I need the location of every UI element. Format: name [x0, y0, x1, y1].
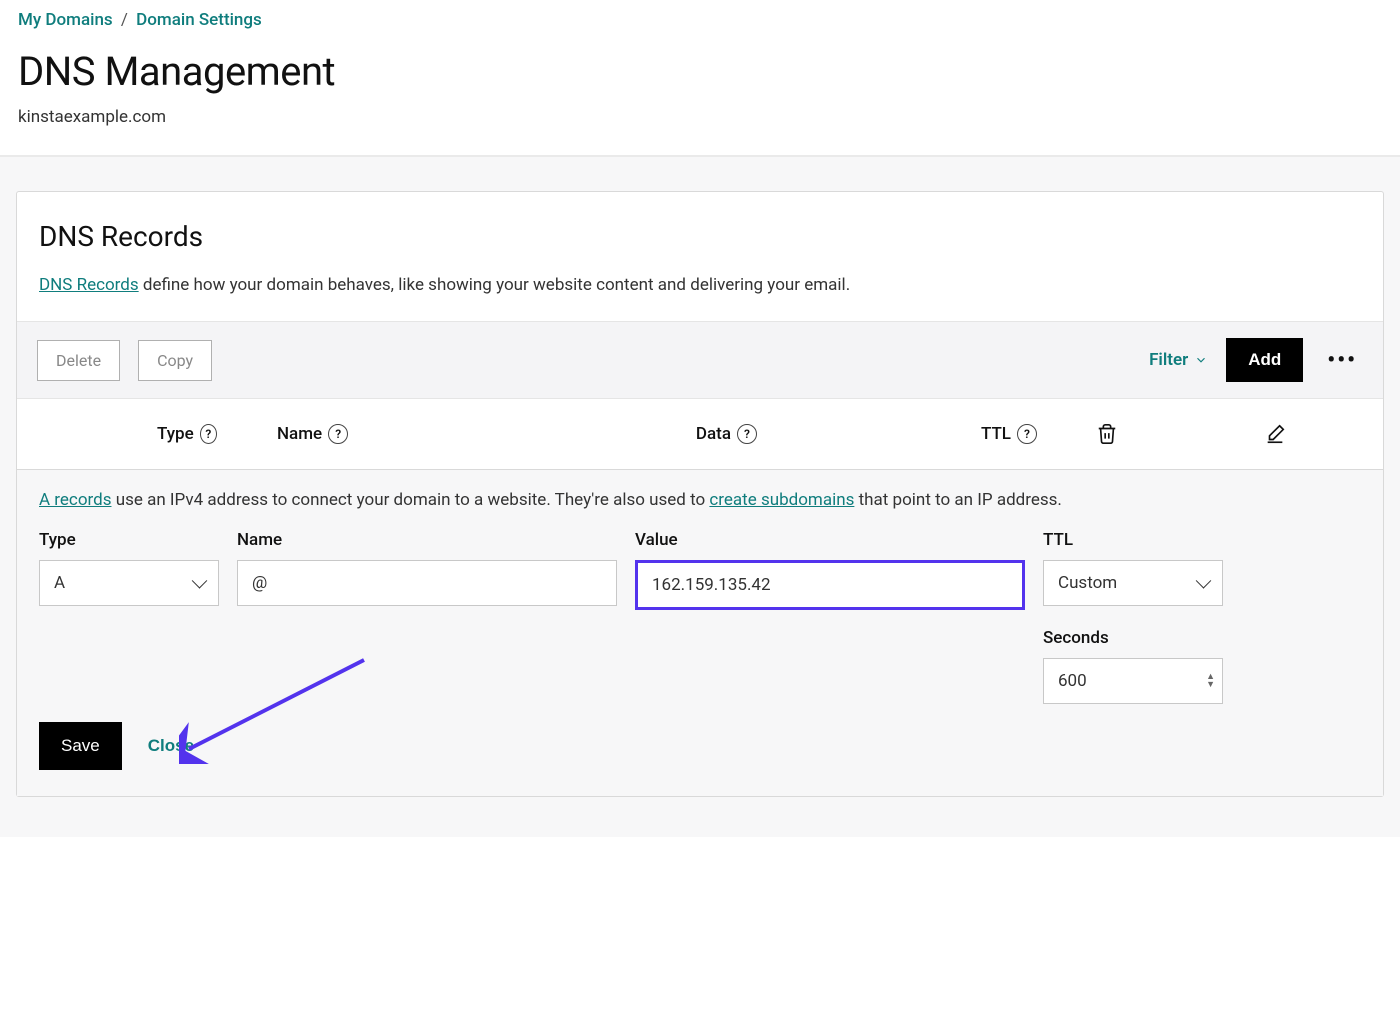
th-ttl: TTL ?	[757, 424, 1047, 444]
seconds-input[interactable]	[1043, 658, 1223, 704]
breadcrumb: My Domains / Domain Settings	[18, 10, 1382, 30]
name-input[interactable]	[237, 560, 617, 606]
th-data: Data ?	[467, 424, 757, 444]
th-name: Name ?	[217, 424, 467, 444]
breadcrumb-my-domains[interactable]: My Domains	[18, 10, 113, 30]
type-label: Type	[39, 530, 219, 550]
domain-name: kinstaexample.com	[18, 107, 1382, 127]
value-input[interactable]	[635, 560, 1025, 610]
stepper-down-icon: ▼	[1206, 681, 1215, 689]
chevron-down-icon	[1194, 353, 1208, 367]
name-label: Name	[237, 530, 617, 550]
th-ttl-label: TTL	[981, 424, 1011, 444]
section-description: DNS Records define how your domain behav…	[39, 275, 1361, 295]
type-select[interactable]: A	[39, 560, 219, 606]
section-description-text: define how your domain behaves, like sho…	[139, 275, 851, 295]
seconds-label: Seconds	[1043, 628, 1223, 648]
section-title: DNS Records	[39, 220, 1361, 253]
dns-records-card: DNS Records DNS Records define how your …	[16, 191, 1384, 797]
ttl-label: TTL	[1043, 530, 1223, 550]
ttl-select[interactable]: Custom	[1043, 560, 1223, 606]
dns-records-link[interactable]: DNS Records	[39, 275, 139, 295]
number-stepper[interactable]: ▲ ▼	[1206, 673, 1215, 689]
help-icon[interactable]: ?	[1017, 424, 1037, 444]
more-menu-button[interactable]: •••	[1321, 348, 1363, 373]
close-button[interactable]: Close	[148, 736, 194, 756]
th-delete	[1047, 423, 1167, 445]
filter-label: Filter	[1149, 350, 1188, 370]
filter-button[interactable]: Filter	[1149, 350, 1208, 370]
th-type-label: Type	[157, 424, 194, 444]
page-title: DNS Management	[18, 48, 1382, 95]
add-button[interactable]: Add	[1226, 338, 1303, 382]
records-toolbar: Delete Copy Filter Add •••	[17, 321, 1383, 399]
breadcrumb-domain-settings[interactable]: Domain Settings	[136, 10, 262, 30]
breadcrumb-separator: /	[121, 10, 128, 30]
th-edit	[1167, 423, 1383, 445]
a-record-desc-end: that point to an IP address.	[854, 490, 1062, 510]
a-records-link[interactable]: A records	[39, 490, 111, 510]
help-icon[interactable]: ?	[328, 424, 348, 444]
th-type: Type ?	[17, 424, 217, 444]
th-data-label: Data	[696, 424, 731, 444]
a-record-description: A records use an IPv4 address to connect…	[39, 490, 1361, 510]
save-button[interactable]: Save	[39, 722, 122, 770]
delete-button[interactable]: Delete	[37, 340, 120, 381]
help-icon[interactable]: ?	[737, 424, 757, 444]
th-name-label: Name	[277, 424, 322, 444]
form-actions: Save Close	[39, 722, 1361, 796]
value-label: Value	[635, 530, 1025, 550]
pencil-icon[interactable]	[1264, 423, 1286, 445]
help-icon[interactable]: ?	[200, 424, 217, 444]
trash-icon[interactable]	[1096, 423, 1118, 445]
a-record-desc-mid: use an IPv4 address to connect your doma…	[111, 490, 709, 510]
copy-button[interactable]: Copy	[138, 340, 212, 381]
table-header: Type ? Name ? Data ? TTL ?	[17, 399, 1383, 470]
create-subdomains-link[interactable]: create subdomains	[709, 490, 854, 510]
record-form: Type A Name Value TTL	[39, 530, 1361, 722]
